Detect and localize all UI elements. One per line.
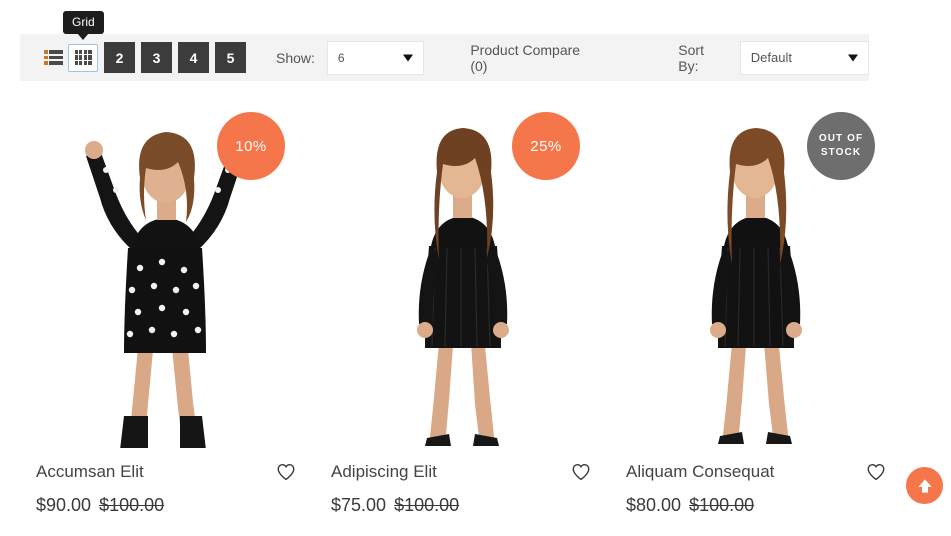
old-price: $100.00 [99, 495, 165, 515]
sort-by-select[interactable]: Default [739, 40, 870, 75]
current-price: $80.00 [626, 495, 682, 515]
discount-badge: 25% [512, 112, 580, 180]
page-button-5[interactable]: 5 [215, 42, 246, 73]
product-grid: 10% Accumsan Elit $90.00 $100.00 25% Adi… [20, 98, 920, 516]
product-caption: Aliquam Consequat [610, 461, 903, 483]
sort-by-value: Default [750, 50, 792, 65]
current-price: $90.00 [36, 495, 92, 515]
product-compare-link[interactable]: Product Compare (0) [470, 42, 600, 74]
product-price: $80.00 $100.00 [610, 495, 903, 516]
grid-view-icon [74, 50, 92, 65]
product-caption: Adipiscing Elit [315, 461, 608, 483]
grid-view-tooltip: Grid [63, 11, 104, 35]
product-card: 10% Accumsan Elit $90.00 $100.00 [20, 98, 313, 516]
sort-by-label: Sort By: [678, 41, 704, 74]
product-toolbar: 2 3 4 5 Show: 6 Product Compare (0) Sort… [20, 34, 870, 81]
product-name-link[interactable]: Adipiscing Elit [331, 462, 437, 482]
heart-icon[interactable] [570, 461, 592, 483]
discount-badge: 10% [217, 112, 285, 180]
out-of-stock-badge: OUT OF STOCK [807, 112, 875, 180]
heart-icon[interactable] [865, 461, 887, 483]
show-limit-value: 6 [337, 50, 345, 65]
heart-icon[interactable] [275, 461, 297, 483]
show-label: Show: [276, 49, 315, 66]
product-price: $75.00 $100.00 [315, 495, 608, 516]
scroll-to-top-button[interactable] [906, 467, 943, 504]
grid-view-button[interactable] [68, 43, 98, 72]
product-name-link[interactable]: Aliquam Consequat [626, 462, 774, 482]
chevron-down-icon [403, 54, 414, 61]
product-name-link[interactable]: Accumsan Elit [36, 462, 144, 482]
pagination-buttons: 2 3 4 5 [104, 42, 252, 73]
chevron-down-icon [848, 54, 859, 61]
product-image[interactable]: OUT OF STOCK [610, 98, 903, 448]
old-price: $100.00 [394, 495, 460, 515]
current-price: $75.00 [331, 495, 387, 515]
product-listing-page: 2 3 4 5 Show: 6 Product Compare (0) Sort… [0, 0, 951, 536]
product-caption: Accumsan Elit [20, 461, 313, 483]
product-card: OUT OF STOCK Aliquam Consequat $80.00 $1… [610, 98, 903, 516]
old-price: $100.00 [689, 495, 755, 515]
product-card: 25% Adipiscing Elit $75.00 $100.00 [315, 98, 608, 516]
page-button-2[interactable]: 2 [104, 42, 135, 73]
arrow-up-icon [917, 478, 932, 493]
list-view-button[interactable] [38, 44, 68, 72]
product-image[interactable]: 25% [315, 98, 608, 448]
product-image[interactable]: 10% [20, 98, 313, 448]
view-mode-buttons [38, 43, 98, 72]
show-limit-select[interactable]: 6 [326, 40, 425, 75]
page-button-3[interactable]: 3 [141, 42, 172, 73]
page-button-4[interactable]: 4 [178, 42, 209, 73]
product-price: $90.00 $100.00 [20, 495, 313, 516]
list-view-icon [43, 50, 63, 65]
